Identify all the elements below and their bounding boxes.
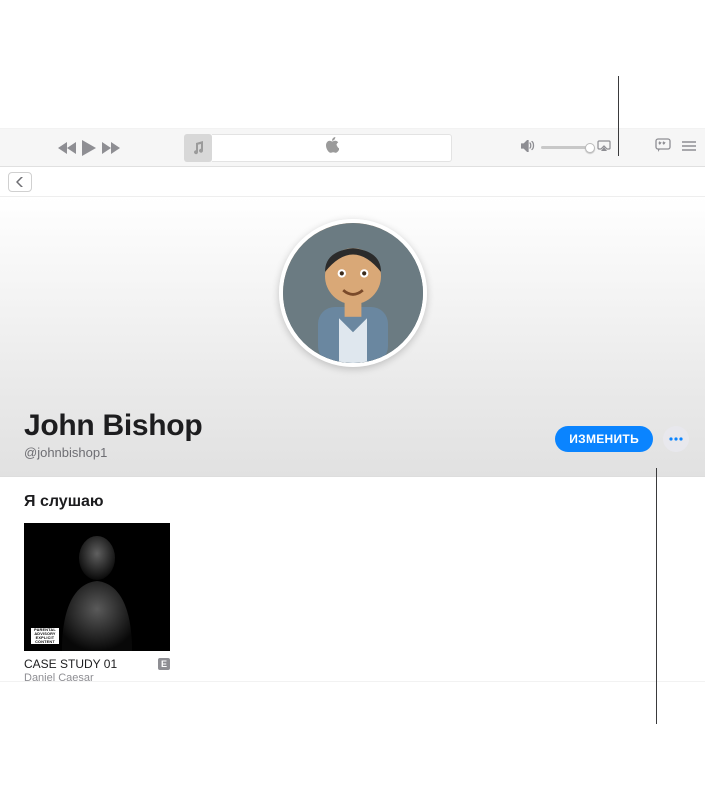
- next-track-button[interactable]: [102, 142, 120, 154]
- profile-actions: ИЗМЕНИТЬ: [555, 426, 689, 452]
- album-tile[interactable]: PARENTAL ADVISORY EXPLICIT CONTENT CASE …: [24, 523, 170, 681]
- top-toolbar: [0, 129, 705, 167]
- parental-advisory-badge: PARENTAL ADVISORY EXPLICIT CONTENT: [30, 627, 60, 645]
- profile-content: Я слушаю PARENTAL ADVISORY EXPLICIT CONT…: [0, 477, 705, 681]
- album-artwork[interactable]: PARENTAL ADVISORY EXPLICIT CONTENT: [24, 523, 170, 651]
- previous-track-button[interactable]: [58, 142, 76, 154]
- album-title: CASE STUDY 01: [24, 657, 117, 671]
- callout-line: [618, 76, 619, 156]
- parental-advisory-text: PARENTAL ADVISORY EXPLICIT CONTENT: [31, 628, 59, 645]
- lcd-display: [212, 134, 452, 162]
- album-artist: Daniel Caesar: [24, 672, 170, 681]
- listening-section-title: Я слушаю: [24, 493, 681, 511]
- profile-header: John Bishop @johnbishop1 ИЗМЕНИТЬ: [0, 197, 705, 477]
- explicit-badge: E: [158, 658, 170, 670]
- music-app-window: John Bishop @johnbishop1 ИЗМЕНИТЬ Я слуш…: [0, 129, 705, 681]
- queue-icon[interactable]: [681, 139, 697, 157]
- more-options-button[interactable]: [663, 426, 689, 452]
- navigation-bar: [0, 167, 705, 197]
- volume-icon: [521, 139, 535, 157]
- edit-profile-button[interactable]: ИЗМЕНИТЬ: [555, 426, 653, 452]
- volume-control[interactable]: [521, 139, 611, 157]
- profile-name: John Bishop: [24, 409, 202, 443]
- play-button[interactable]: [82, 140, 96, 156]
- ellipsis-icon: [669, 437, 683, 441]
- music-note-icon: [184, 134, 212, 162]
- profile-meta: John Bishop @johnbishop1: [24, 409, 202, 460]
- back-button[interactable]: [8, 172, 32, 192]
- volume-slider[interactable]: [541, 146, 591, 149]
- lyrics-icon[interactable]: [655, 138, 671, 157]
- profile-handle: @johnbishop1: [24, 445, 202, 460]
- volume-thumb[interactable]: [585, 143, 595, 153]
- profile-avatar[interactable]: [279, 219, 427, 367]
- apple-logo-icon: [325, 137, 339, 158]
- callout-line: [656, 468, 657, 724]
- now-playing-group: [184, 134, 452, 162]
- airplay-icon[interactable]: [597, 139, 611, 157]
- playback-controls: [58, 140, 120, 156]
- right-toolbar: [655, 138, 697, 157]
